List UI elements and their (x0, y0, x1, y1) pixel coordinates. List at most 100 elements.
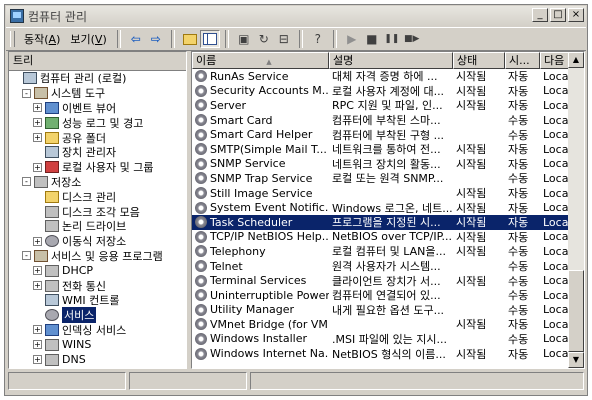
column-header-status[interactable]: 상태 (453, 52, 505, 69)
service-row[interactable]: SMTP(Simple Mail T... 네트워크를 통하여 전... 시작됨 자동… (192, 142, 568, 157)
service-name: SNMP Trap Service (192, 172, 329, 185)
tree-item[interactable]: WMI 컨트롤 (9, 293, 186, 308)
scroll-thumb[interactable] (568, 270, 584, 352)
expand-icon[interactable]: + (33, 162, 42, 172)
refresh-icon[interactable]: ↻ (254, 30, 274, 48)
service-logon: Loca (543, 347, 569, 361)
tree-item[interactable]: 디스크 조각 모음 (9, 204, 186, 219)
expand-icon[interactable]: + (33, 103, 42, 113)
collapse-icon[interactable]: - (22, 177, 31, 187)
scroll-down-button[interactable]: ▼ (568, 352, 584, 368)
column-header-description[interactable]: 설명 (329, 52, 453, 69)
service-status: 시작됨 (456, 70, 487, 84)
toolbar-separator (170, 30, 175, 48)
tree-item[interactable]: + 로컬 사용자 및 그룹 (9, 160, 186, 175)
service-row[interactable]: Still Image Service 시작됨 자동 Loca (192, 186, 568, 201)
properties-icon[interactable]: ▣ (234, 30, 254, 48)
tree-item[interactable]: + WINS (9, 337, 186, 352)
help-icon[interactable]: ? (308, 30, 328, 48)
menu-toolbar: 동작(A) 보기(V) ⇦ ⇨ ▣ ↻ ⊟ ? ▶ ■ ❚❚ ■▶ (6, 27, 586, 51)
tree-item[interactable]: 컴퓨터 관리 (로컬) (9, 71, 186, 86)
stop-icon[interactable]: ■ (362, 30, 382, 48)
service-row[interactable]: Utility Manager 내게 필요한 옵션 도구... 수동 Loca (192, 303, 568, 318)
menu-view[interactable]: 보기(V) (65, 31, 111, 47)
service-name: Uninterruptible Power... (192, 289, 329, 302)
expand-icon[interactable]: + (33, 118, 42, 128)
pause-icon[interactable]: ❚❚ (382, 30, 402, 48)
collapse-icon[interactable]: - (22, 251, 31, 261)
expand-icon[interactable]: + (33, 133, 42, 143)
tree-item[interactable]: + DNS (9, 352, 186, 367)
drive-icon (45, 205, 59, 218)
menu-action[interactable]: 동작(A) (19, 31, 65, 47)
tree-item[interactable]: +인터넷 정보 서비스 (9, 367, 186, 368)
show-hide-tree-icon[interactable] (199, 30, 220, 48)
service-row[interactable]: SNMP Trap Service 로컬 또는 원격 SNMP... 수동 Loca (192, 171, 568, 186)
toolbar-grip[interactable] (10, 31, 15, 47)
service-row[interactable]: Windows Internet Na... NetBIOS 형식의 이름... 시… (192, 346, 568, 361)
expand-icon[interactable]: + (33, 325, 42, 335)
service-row[interactable]: System Event Notific... Windows 로그온, 네트..… (192, 200, 568, 215)
tree-item[interactable]: + 전화 통신 (9, 278, 186, 293)
service-row[interactable]: RunAs Service 대체 자격 증명 하에 ... 시작됨 자동 Loca (192, 69, 568, 84)
service-row[interactable]: VMnet Bridge (for VM... 시작됨 자동 Loca (192, 317, 568, 332)
tree-item[interactable]: 논리 드라이브 (9, 219, 186, 234)
forward-arrow-icon[interactable]: ⇨ (146, 30, 166, 48)
maximize-button[interactable]: □ (550, 8, 566, 22)
tool-icon (34, 249, 48, 262)
service-gear-icon (195, 274, 207, 287)
collapse-icon[interactable]: - (22, 88, 31, 98)
tree-item[interactable]: + 성능 로그 및 경고 (9, 115, 186, 130)
services-list: RunAs Service 대체 자격 증명 하에 ... 시작됨 자동 Loca Sec… (192, 69, 568, 361)
expand-icon[interactable]: + (33, 236, 42, 246)
minimize-button[interactable]: _ (532, 8, 548, 22)
service-status: 시작됨 (456, 318, 487, 332)
service-row[interactable]: TCP/IP NetBIOS Help... NetBIOS over TCP/I… (192, 230, 568, 245)
expand-icon[interactable]: + (33, 355, 42, 365)
tree-item[interactable]: + 이벤트 뷰어 (9, 101, 186, 116)
service-start: 수동 (508, 172, 529, 186)
tree-item[interactable]: 디스크 관리 (9, 189, 186, 204)
service-row[interactable]: Uninterruptible Power... 컴퓨터에 연결되어 있... 수동… (192, 288, 568, 303)
export-list-icon[interactable]: ⊟ (274, 30, 294, 48)
scroll-up-button[interactable]: ▲ (568, 52, 584, 68)
service-logon: Loca (543, 215, 569, 229)
tree-item[interactable]: 서비스 (9, 307, 186, 324)
play-icon[interactable]: ▶ (342, 30, 362, 48)
service-row[interactable]: SNMP Service 네트워크 장치의 활동... 시작됨 자동 Loca (192, 157, 568, 172)
tree-item[interactable]: - 저장소 (9, 175, 186, 190)
vertical-scrollbar[interactable]: ▲ ▼ (568, 52, 584, 368)
service-row[interactable]: Terminal Services 클라이언트 장치가 서... 시작됨 수동 Loca (192, 273, 568, 288)
title-bar[interactable]: 컴퓨터 관리 _ □ × (6, 6, 586, 26)
up-folder-icon[interactable] (180, 30, 200, 48)
tree-item[interactable]: + 이동식 저장소 (9, 234, 186, 249)
column-header-startup-type[interactable]: 시... (505, 52, 540, 69)
expand-icon[interactable]: + (33, 281, 42, 291)
tree-item[interactable]: + DHCP (9, 263, 186, 278)
service-row[interactable]: Task Scheduler 프로그램을 지정된 시... 시작됨 자동 Loca (192, 214, 569, 230)
service-status: 시작됨 (456, 274, 487, 288)
tree-item[interactable]: 장치 관리자 (9, 145, 186, 160)
tree-item[interactable]: + 인덱싱 서비스 (9, 323, 186, 338)
expand-icon[interactable]: + (33, 266, 42, 276)
tree-tab[interactable]: 트리 (9, 52, 186, 71)
column-header-log-on-as[interactable]: 다음 (540, 52, 570, 69)
service-row[interactable]: Telnet 원격 사용자가 시스템... 수동 Loca (192, 259, 568, 274)
service-row[interactable]: Smart Card Helper 컴퓨터에 부착된 구형 ... 수동 Loca (192, 127, 568, 142)
service-row[interactable]: Server RPC 지원 및 파일, 인... 시작됨 자동 Loca (192, 98, 568, 113)
back-arrow-icon[interactable]: ⇦ (126, 30, 146, 48)
service-gear-icon (195, 172, 207, 185)
service-row[interactable]: Smart Card 컴퓨터에 부착된 스마... 수동 Loca (192, 113, 568, 128)
service-row[interactable]: Telephony 로컬 컴퓨터 및 LAN을... 시작됨 수동 Loca (192, 244, 568, 259)
expand-icon[interactable]: + (33, 340, 42, 350)
tree-item[interactable]: + 공유 폴더 (9, 130, 186, 145)
restart-icon[interactable]: ■▶ (402, 30, 422, 48)
toolbar-separator (298, 30, 303, 48)
service-logon: Loca (543, 69, 569, 83)
close-button[interactable]: × (568, 8, 584, 22)
column-header-name[interactable]: 이름 ▲ (192, 52, 329, 69)
service-row[interactable]: Windows Installer .MSI 파일에 있는 지시... 수동 Loca (192, 332, 568, 347)
tree-item[interactable]: - 시스템 도구 (9, 86, 186, 101)
tree-item[interactable]: - 서비스 및 응용 프로그램 (9, 249, 186, 264)
service-row[interactable]: Security Accounts M... 로컬 사용자 계정에 대... 시작됨… (192, 84, 568, 99)
